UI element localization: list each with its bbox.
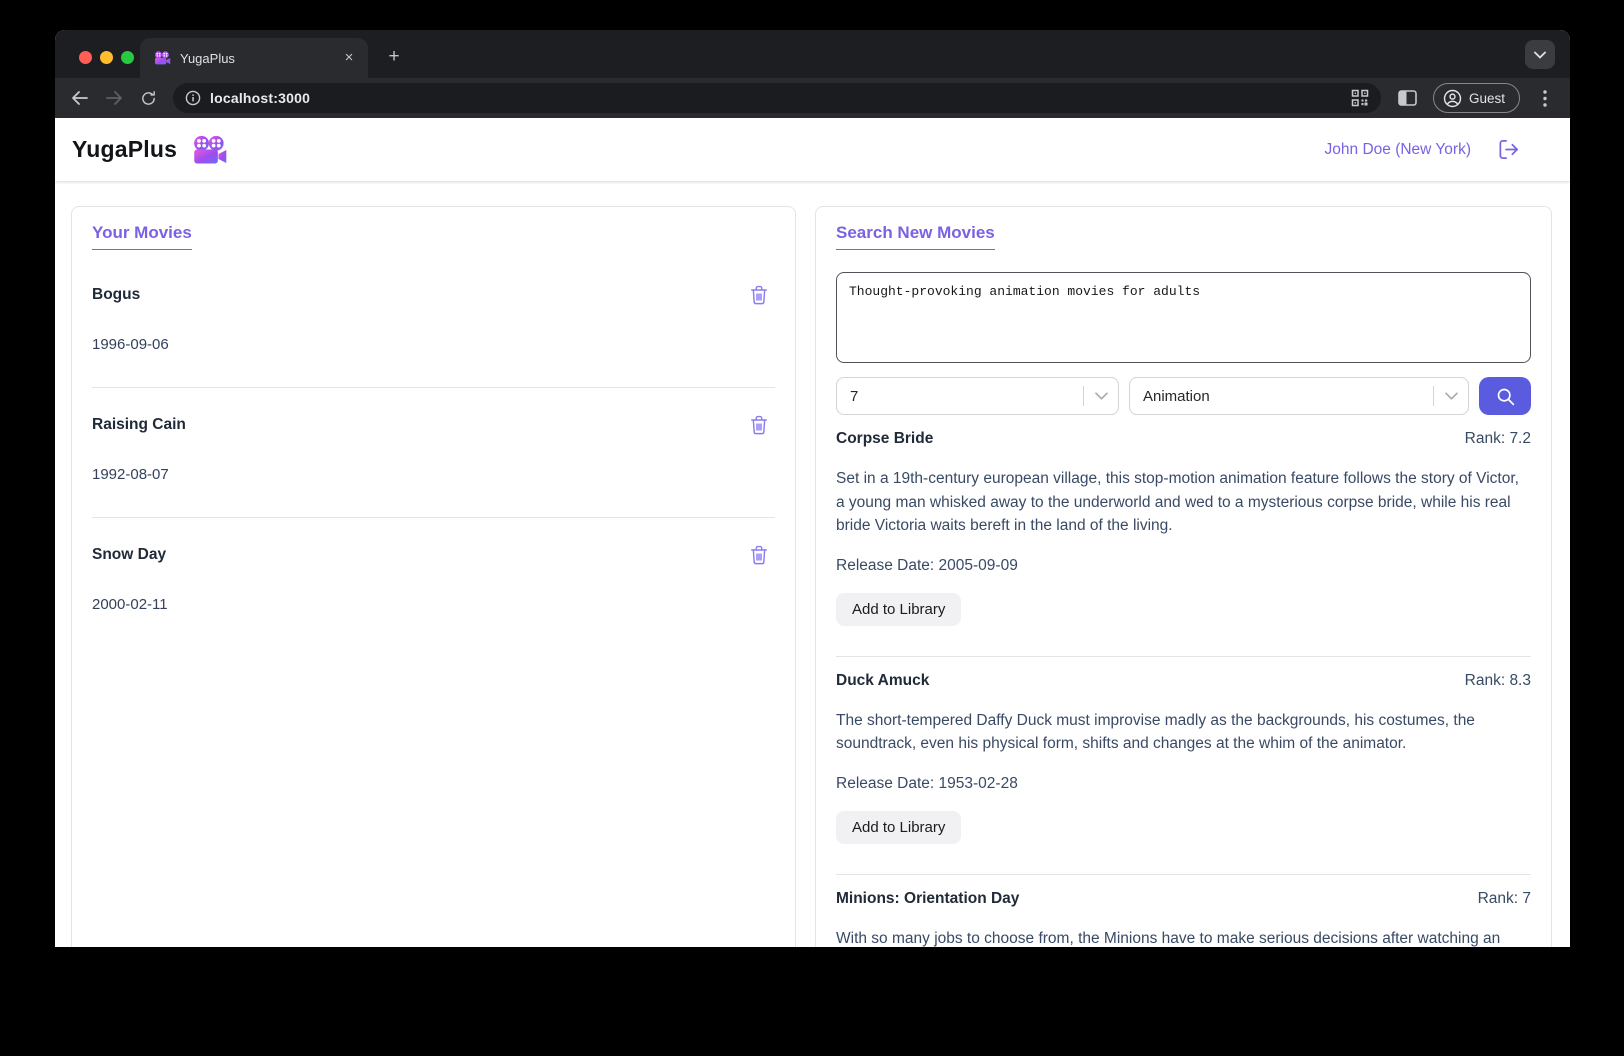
- movie-date: 1996-09-06: [92, 336, 775, 353]
- result-description: With so many jobs to choose from, the Mi…: [836, 927, 1531, 948]
- chevron-down-icon: [1534, 51, 1546, 59]
- result-release-date: Release Date: 2005-09-09: [836, 557, 1531, 575]
- result-title: Duck Amuck: [836, 672, 929, 690]
- result-item: Duck Amuck Rank: 8.3 The short-tempered …: [836, 657, 1531, 875]
- movie-date: 2000-02-11: [92, 596, 775, 613]
- magnifier-icon: [1495, 386, 1516, 407]
- search-box: Thought-provoking animation movies for a…: [836, 272, 1531, 415]
- back-button[interactable]: [65, 83, 95, 113]
- result-description: The short-tempered Daffy Duck must impro…: [836, 709, 1531, 756]
- search-button[interactable]: [1479, 377, 1531, 415]
- close-tab-icon[interactable]: ×: [340, 49, 358, 67]
- user-area: John Doe (New York): [1325, 138, 1520, 161]
- user-name: John Doe (New York): [1325, 141, 1471, 159]
- app-page: YugaPlus John Doe (New York): [55, 118, 1570, 947]
- chevron-down-icon: [1445, 392, 1458, 400]
- profile-button[interactable]: Guest: [1433, 83, 1520, 113]
- result-rank: Rank: 7: [1478, 890, 1531, 908]
- trash-icon: [749, 414, 769, 436]
- category-select-value: Animation: [1143, 388, 1210, 405]
- list-item: Bogus 1996: [92, 258, 775, 388]
- search-controls: 7 Animation: [836, 377, 1531, 415]
- result-rank: Rank: 7.2: [1465, 430, 1531, 448]
- reload-icon: [140, 90, 157, 107]
- list-item: Raising Cain: [92, 388, 775, 518]
- app-header: YugaPlus John Doe (New York): [55, 118, 1570, 181]
- address-bar[interactable]: localhost:3000: [173, 83, 1381, 113]
- result-item: Minions: Orientation Day Rank: 7 With so…: [836, 875, 1531, 948]
- result-title: Minions: Orientation Day: [836, 890, 1019, 908]
- browser-window: YugaPlus × +: [55, 30, 1570, 947]
- maximize-window-button[interactable]: [121, 51, 134, 64]
- minimize-window-button[interactable]: [100, 51, 113, 64]
- forward-button[interactable]: [99, 83, 129, 113]
- tab-search-button[interactable]: [1525, 40, 1555, 69]
- delete-movie-button[interactable]: [743, 414, 775, 436]
- movie-name: Raising Cain: [92, 414, 186, 434]
- movie-name: Snow Day: [92, 544, 166, 564]
- reload-button[interactable]: [133, 83, 163, 113]
- browser-tab-yugaplus[interactable]: YugaPlus ×: [140, 38, 368, 78]
- back-arrow-icon: [71, 90, 89, 106]
- movie-camera-icon: [154, 51, 171, 65]
- site-info-icon[interactable]: [185, 90, 201, 106]
- rank-select[interactable]: 7: [836, 377, 1119, 415]
- guest-label: Guest: [1469, 91, 1505, 106]
- side-panel-button[interactable]: [1393, 83, 1423, 113]
- result-title: Corpse Bride: [836, 430, 933, 448]
- kebab-menu-icon: [1543, 90, 1547, 107]
- delete-movie-button[interactable]: [743, 284, 775, 306]
- tab-title: YugaPlus: [180, 51, 331, 66]
- chevron-down-icon: [1095, 392, 1108, 400]
- search-panel: Search New Movies Thought-provoking anim…: [815, 206, 1552, 947]
- guest-avatar-icon: [1443, 89, 1462, 108]
- search-results: Corpse Bride Rank: 7.2 Set in a 19th-cen…: [836, 415, 1531, 947]
- qr-code-icon[interactable]: [1351, 89, 1369, 107]
- browser-menu-button[interactable]: [1530, 83, 1560, 113]
- search-title: Search New Movies: [836, 223, 995, 250]
- delete-movie-button[interactable]: [743, 544, 775, 566]
- result-item: Corpse Bride Rank: 7.2 Set in a 19th-cen…: [836, 415, 1531, 657]
- brand: YugaPlus: [72, 135, 228, 165]
- side-panel-icon: [1398, 90, 1417, 106]
- url-text[interactable]: localhost:3000: [210, 90, 1342, 106]
- result-rank: Rank: 8.3: [1465, 672, 1531, 690]
- your-movies-list: Bogus 1996: [92, 258, 775, 647]
- browser-toolbar: localhost:3000 Guest: [55, 78, 1570, 118]
- category-select[interactable]: Animation: [1129, 377, 1469, 415]
- new-tab-button[interactable]: +: [382, 45, 406, 69]
- movie-name: Bogus: [92, 284, 140, 304]
- add-to-library-button[interactable]: Add to Library: [836, 593, 961, 626]
- trash-icon: [749, 284, 769, 306]
- traffic-lights: [79, 51, 134, 64]
- main-content: Your Movies Bogus: [55, 181, 1570, 947]
- list-item: Snow Day 2: [92, 518, 775, 647]
- movie-camera-icon: [192, 135, 228, 165]
- search-input[interactable]: Thought-provoking animation movies for a…: [836, 272, 1531, 363]
- tab-strip: YugaPlus × +: [55, 30, 1570, 78]
- movie-date: 1992-08-07: [92, 466, 775, 483]
- close-window-button[interactable]: [79, 51, 92, 64]
- rank-select-value: 7: [850, 388, 858, 405]
- add-to-library-button[interactable]: Add to Library: [836, 811, 961, 844]
- your-movies-title: Your Movies: [92, 223, 192, 250]
- result-release-date: Release Date: 1953-02-28: [836, 775, 1531, 793]
- app-title: YugaPlus: [72, 136, 177, 163]
- logout-icon[interactable]: [1497, 138, 1520, 161]
- result-description: Set in a 19th-century european village, …: [836, 467, 1531, 538]
- trash-icon: [749, 544, 769, 566]
- your-movies-panel: Your Movies Bogus: [71, 206, 796, 947]
- forward-arrow-icon: [105, 90, 123, 106]
